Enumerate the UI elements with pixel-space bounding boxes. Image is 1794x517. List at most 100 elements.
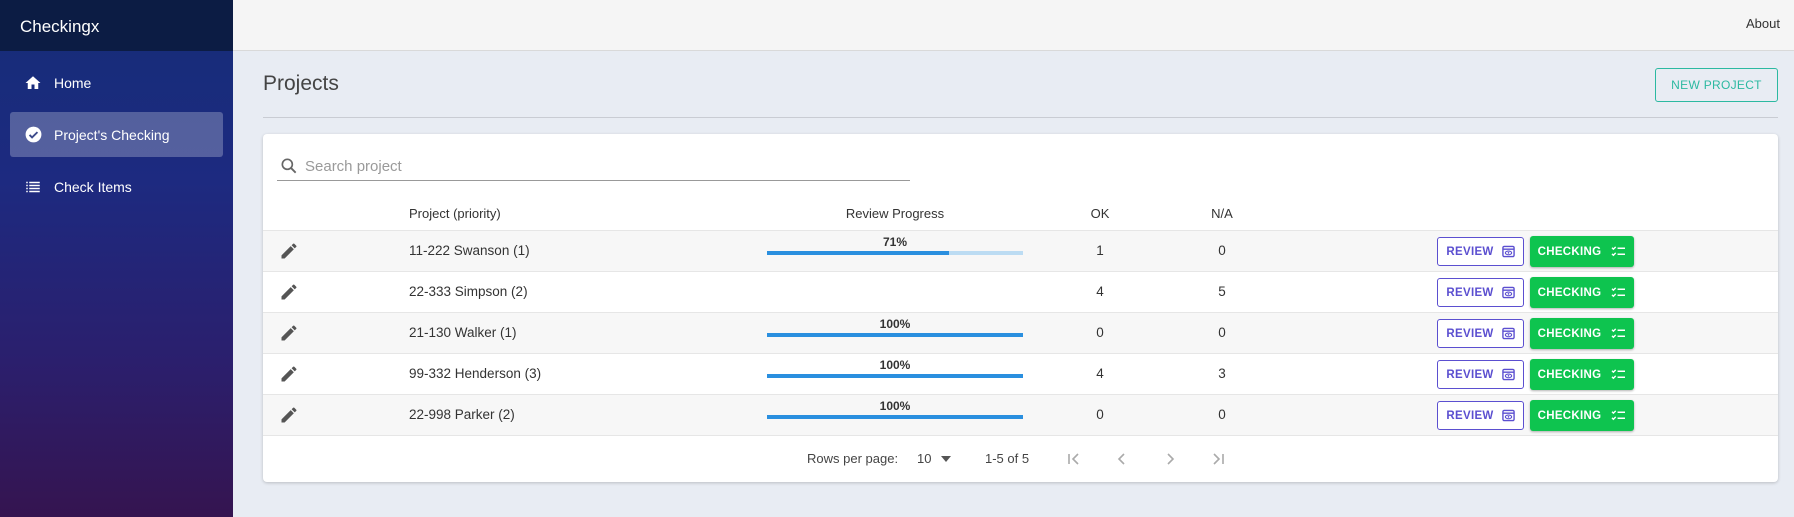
project-name: 22-333 Simpson (2)	[409, 284, 528, 299]
page-title: Projects	[263, 72, 339, 95]
sidebar-item-label: Project's Checking	[54, 126, 170, 143]
review-button[interactable]: REVIEW	[1437, 319, 1524, 348]
review-button[interactable]: REVIEW	[1437, 237, 1524, 266]
preview-icon	[1501, 245, 1515, 258]
review-button-label: REVIEW	[1446, 327, 1494, 340]
na-count: 0	[1218, 243, 1226, 258]
chevron-right-icon	[1167, 453, 1175, 465]
pagination-range: 1-5 of 5	[985, 451, 1030, 466]
review-progress: 100%	[767, 399, 1023, 419]
review-button-label: REVIEW	[1446, 409, 1494, 422]
table-row: 22-998 Parker (2) 100% 0 0 REVIEW CHECKI…	[263, 394, 1778, 435]
edit-icon[interactable]	[279, 323, 299, 343]
dropdown-arrow-icon	[941, 455, 952, 462]
top-bar: About	[233, 0, 1794, 51]
preview-icon	[1501, 286, 1515, 299]
first-page-button[interactable]	[1063, 448, 1085, 470]
review-progress: 100%	[767, 358, 1023, 378]
checking-button-label: CHECKING	[1537, 327, 1602, 340]
edit-icon[interactable]	[279, 405, 299, 425]
checklist-icon	[1611, 369, 1626, 380]
column-header-project[interactable]: Project (priority)	[409, 206, 501, 221]
sidebar-item-label: Check Items	[54, 178, 132, 195]
checklist-icon	[1611, 246, 1626, 257]
search-box	[277, 152, 910, 181]
checking-button-label: CHECKING	[1537, 286, 1602, 299]
review-button[interactable]: REVIEW	[1437, 360, 1524, 389]
checklist-icon	[1611, 287, 1626, 298]
new-project-button[interactable]: NEW PROJECT	[1655, 68, 1778, 102]
search-input[interactable]	[305, 157, 910, 175]
progress-fill	[767, 333, 1023, 337]
header-divider	[263, 117, 1778, 118]
progress-track	[767, 333, 1023, 337]
project-name: 22-998 Parker (2)	[409, 407, 515, 422]
edit-icon[interactable]	[279, 364, 299, 384]
review-button[interactable]: REVIEW	[1437, 278, 1524, 307]
project-name: 99-332 Henderson (3)	[409, 366, 542, 381]
review-button-label: REVIEW	[1446, 245, 1494, 258]
checking-button[interactable]: CHECKING	[1530, 359, 1634, 390]
sidebar-item-projects-checking[interactable]: Project's Checking	[10, 112, 223, 157]
home-icon	[23, 73, 43, 93]
progress-label: 71%	[882, 235, 908, 249]
progress-label: 100%	[879, 399, 911, 413]
table-row: 11-222 Swanson (1) 71% 1 0 REVIEW CHECKI…	[263, 230, 1778, 271]
sidebar-item-home[interactable]: Home	[10, 60, 223, 105]
progress-track	[767, 251, 1023, 255]
rows-per-page-value: 10	[917, 451, 932, 466]
review-progress: 100%	[767, 317, 1023, 337]
sidebar-item-check-items[interactable]: Check Items	[10, 164, 223, 209]
about-link[interactable]: About	[1746, 16, 1780, 31]
checking-button-label: CHECKING	[1537, 409, 1602, 422]
previous-page-button[interactable]	[1111, 448, 1133, 470]
rows-per-page-label: Rows per page:	[807, 451, 899, 466]
na-count: 0	[1218, 325, 1226, 340]
review-button[interactable]: REVIEW	[1437, 401, 1524, 430]
progress-track	[767, 415, 1023, 419]
edit-icon[interactable]	[279, 241, 299, 261]
preview-icon	[1501, 368, 1515, 381]
ok-count: 0	[1096, 407, 1104, 422]
project-name: 21-130 Walker (1)	[409, 325, 517, 340]
checking-button[interactable]: CHECKING	[1530, 400, 1634, 431]
search-icon	[279, 156, 299, 176]
ok-count: 1	[1096, 243, 1104, 258]
ok-count: 4	[1096, 366, 1104, 381]
rows-per-page-select[interactable]: 10	[917, 451, 952, 466]
checklist-icon	[1611, 410, 1626, 421]
edit-icon[interactable]	[279, 282, 299, 302]
ok-count: 0	[1096, 325, 1104, 340]
checking-button-label: CHECKING	[1537, 245, 1602, 258]
progress-label: 100%	[879, 317, 911, 331]
table-header: Project (priority) Review Progress OK N/…	[263, 198, 1778, 230]
na-count: 5	[1218, 284, 1226, 299]
table-row: 21-130 Walker (1) 100% 0 0 REVIEW CHECKI…	[263, 312, 1778, 353]
app-brand: Checkingx	[0, 0, 233, 51]
progress-track	[767, 374, 1023, 378]
sidebar: Checkingx Home Project's Checking Check …	[0, 0, 233, 517]
review-button-label: REVIEW	[1446, 368, 1494, 381]
checking-button[interactable]: CHECKING	[1530, 318, 1634, 349]
check-circle-icon	[23, 125, 43, 145]
progress-label: 100%	[879, 358, 911, 372]
table-row: 22-333 Simpson (2) 4 5 REVIEW CHECKING	[263, 271, 1778, 312]
column-header-progress[interactable]: Review Progress	[767, 206, 1023, 221]
project-name: 11-222 Swanson (1)	[409, 243, 530, 258]
last-page-button[interactable]	[1207, 448, 1229, 470]
pagination: Rows per page: 10 1-5 of 5	[263, 435, 1778, 482]
table-row: 99-332 Henderson (3) 100% 4 3 REVIEW CHE…	[263, 353, 1778, 394]
checking-button[interactable]: CHECKING	[1530, 277, 1634, 308]
preview-icon	[1501, 409, 1515, 422]
projects-table-card: Project (priority) Review Progress OK N/…	[263, 134, 1778, 482]
review-progress: 71%	[767, 235, 1023, 255]
checklist-icon	[1611, 328, 1626, 339]
checking-button[interactable]: CHECKING	[1530, 236, 1634, 267]
column-header-ok[interactable]: OK	[1080, 206, 1120, 221]
last-page-icon	[1213, 453, 1224, 465]
column-header-na[interactable]: N/A	[1202, 206, 1242, 221]
ok-count: 4	[1096, 284, 1104, 299]
next-page-button[interactable]	[1159, 448, 1181, 470]
na-count: 0	[1218, 407, 1226, 422]
na-count: 3	[1218, 366, 1226, 381]
